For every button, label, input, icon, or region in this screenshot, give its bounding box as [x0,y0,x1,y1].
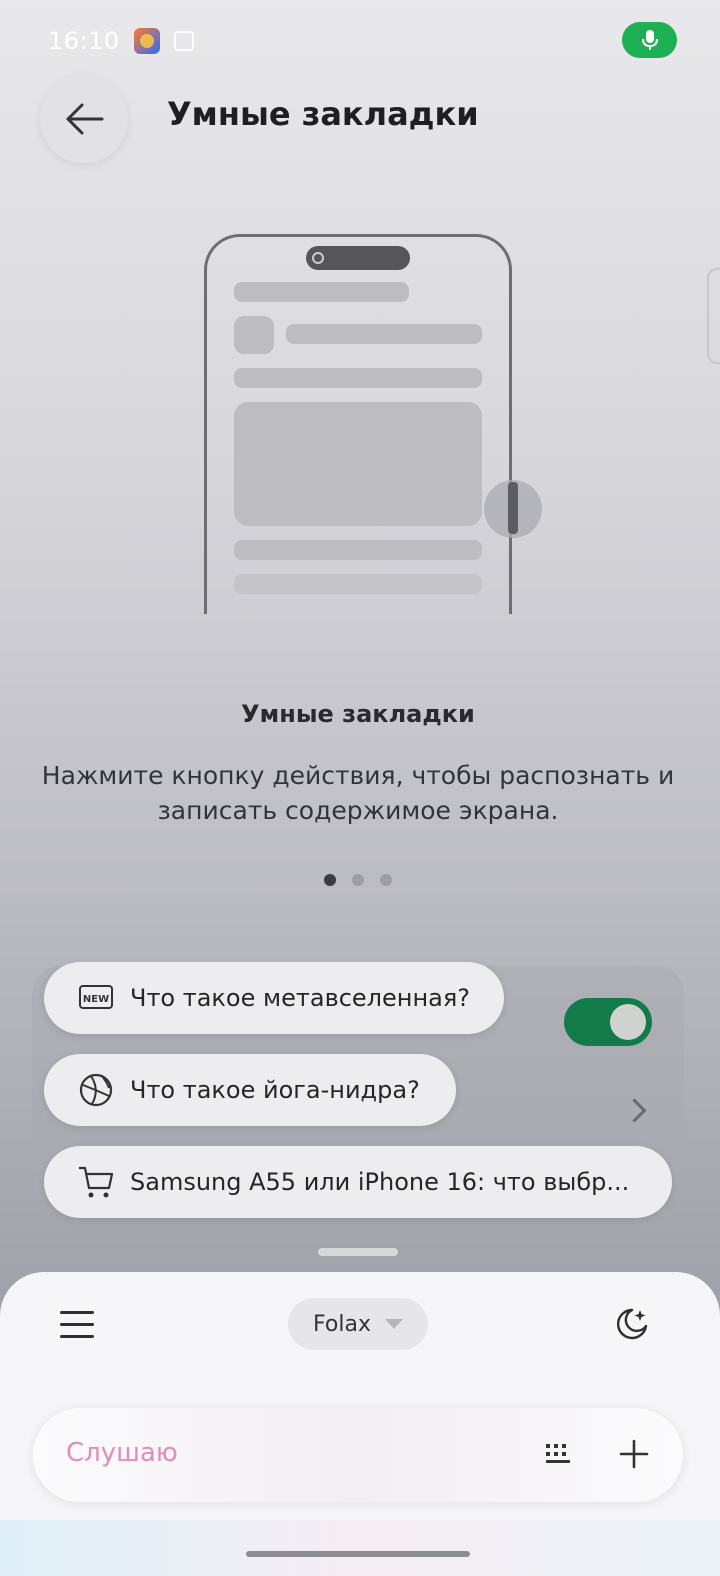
listening-status: Слушаю [66,1438,178,1468]
suggestion-text: Что такое йога-нидра? [130,1076,420,1104]
menu-button[interactable] [60,1300,108,1348]
cart-icon [76,1162,116,1202]
camera-dot [312,252,324,264]
hamburger-icon [60,1310,94,1314]
new-badge-icon: NEW [76,978,116,1018]
back-button[interactable] [40,75,128,163]
dropdown-triangle-icon [384,1319,403,1329]
placeholder-line [234,282,409,302]
home-indicator[interactable] [246,1551,470,1557]
feature-description: Нажмите кнопку действия, чтобы распознат… [41,761,675,825]
model-selector[interactable]: Folax [288,1298,428,1350]
edge-panel-handle[interactable] [707,268,720,364]
page-indicator [324,874,392,886]
mic-active-indicator[interactable] [622,22,677,58]
assistant-glow [0,1520,720,1576]
suggestion-chip[interactable]: Samsung A55 или iPhone 16: что выбр... [44,1146,672,1218]
page-title: Умные закладки [167,95,479,133]
moon-sparkle-icon [616,1308,648,1340]
ball-icon [76,1070,116,1110]
keyboard-button[interactable] [538,1434,578,1474]
add-button[interactable] [612,1432,656,1476]
arrow-left-icon [66,103,104,135]
page-dot[interactable] [380,874,392,886]
suggestion-chip[interactable]: NEW Что такое метавселенная? [44,962,504,1034]
suggestion-chip[interactable]: Что такое йога-нидра? [44,1054,456,1126]
app-notification-icon [133,28,160,54]
placeholder-line [234,540,482,560]
status-bar: 16:10 [48,24,194,58]
suggestion-text: Samsung A55 или iPhone 16: что выбр... [130,1168,630,1196]
keyboard-icon [546,1444,570,1463]
placeholder-line [286,324,482,344]
placeholder-image [234,402,482,526]
page-dot[interactable] [352,874,364,886]
toggle-knob [610,1004,646,1040]
action-button [508,482,518,534]
page-dot-active[interactable] [324,874,336,886]
plus-icon [619,1439,649,1469]
nfc-icon [173,31,194,51]
placeholder-avatar [234,316,274,354]
suggestion-text: Что такое метавселенная? [130,984,471,1012]
model-name: Folax [313,1311,371,1337]
microphone-icon [641,30,658,50]
theme-button[interactable] [608,1300,656,1348]
svg-text:NEW: NEW [83,994,109,1005]
feature-title: Умные закладки [241,700,475,728]
sheet-drag-handle[interactable] [318,1248,398,1256]
placeholder-line [234,574,482,594]
status-time: 16:10 [48,27,120,55]
placeholder-line [234,368,482,388]
